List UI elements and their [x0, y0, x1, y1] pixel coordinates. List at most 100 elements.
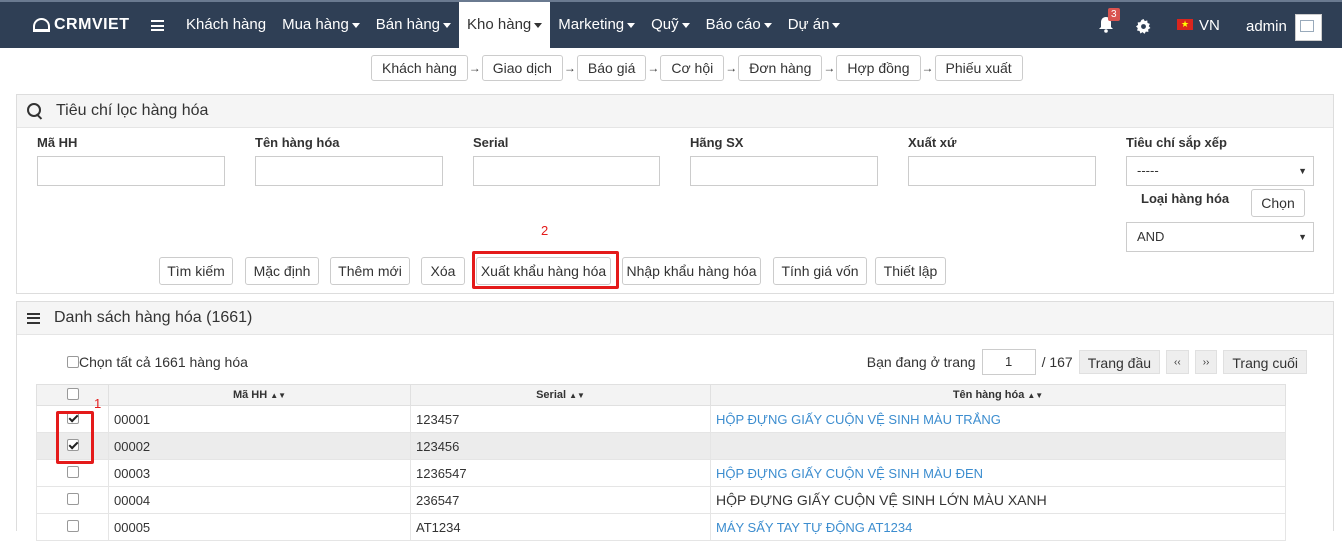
choose-type-button[interactable]: Chọn: [1251, 189, 1305, 217]
filter-panel-header: Tiêu chí lọc hàng hóa: [17, 95, 1333, 128]
row-serial: 1236547: [410, 459, 711, 487]
user-name[interactable]: admin: [1246, 18, 1287, 35]
row-code: 00001: [108, 405, 411, 433]
checkbox-highlight: [56, 411, 94, 464]
row-code: 00005: [108, 513, 411, 541]
next-page-button[interactable]: ››: [1194, 350, 1218, 374]
nav-item-customers[interactable]: Khách hàng: [178, 2, 274, 48]
table-row[interactable]: 00001 123457 HỘP ĐỰNG GIẤY CUỘN VỆ SINH …: [36, 405, 1286, 433]
sort-select[interactable]: ----- ▼: [1126, 156, 1314, 186]
annotation-1: 1: [94, 396, 102, 411]
default-button[interactable]: Mặc định: [245, 257, 319, 285]
flow-customers[interactable]: Khách hàng: [371, 55, 468, 81]
column-header-name[interactable]: Tên hàng hóa ▲▼: [710, 384, 1286, 406]
avatar[interactable]: [1295, 14, 1322, 41]
nav-item-reports[interactable]: Báo cáo: [698, 2, 780, 48]
row-serial: 123456: [410, 432, 711, 460]
arrow-right-icon: →: [468, 61, 481, 75]
flow-delivery-notes[interactable]: Phiếu xuất: [934, 55, 1023, 81]
row-name: HỘP ĐỰNG GIẤY CUỘN VỆ SINH LỚN MÀU XANH: [710, 486, 1286, 514]
column-header-serial[interactable]: Serial ▲▼: [410, 384, 711, 406]
arrow-right-icon: →: [823, 61, 836, 75]
arrow-right-icon: →: [563, 61, 576, 75]
table-header-row: Mã HH ▲▼ Serial ▲▼ Tên hàng hóa ▲▼: [36, 384, 1286, 406]
add-new-button[interactable]: Thêm mới: [330, 257, 410, 285]
header-checkbox[interactable]: [66, 387, 79, 400]
flow-quotes[interactable]: Báo giá: [576, 55, 647, 81]
goods-table: Mã HH ▲▼ Serial ▲▼ Tên hàng hóa ▲▼ 00001 12…: [36, 384, 1286, 541]
flow-orders[interactable]: Đơn hàng: [738, 55, 823, 81]
maker-input[interactable]: [690, 156, 878, 186]
sort-label: Tiêu chí sắp xếp: [1126, 135, 1227, 150]
delete-button[interactable]: Xóa: [421, 257, 465, 285]
row-name-link[interactable]: HỘP ĐỰNG GIẤY CUỘN VỆ SINH MÀU ĐEN: [716, 466, 983, 481]
origin-label: Xuất xứ: [908, 135, 957, 150]
top-navbar: CRMVIET Khách hàng Mua hàng Bán hàng Kho…: [0, 0, 1342, 48]
first-page-button[interactable]: Trang đầu: [1078, 350, 1161, 374]
select-all[interactable]: Chọn tất cả 1661 hàng hóa: [67, 354, 248, 370]
language-switch[interactable]: VN: [1199, 17, 1220, 34]
vietnam-flag-icon[interactable]: ★: [1177, 19, 1193, 30]
table-row[interactable]: 00003 1236547 HỘP ĐỰNG GIẤY CUỘN VỆ SINH…: [36, 459, 1286, 487]
code-label: Mã HH: [37, 135, 78, 150]
caret-down-icon: [443, 22, 452, 28]
nav-item-sales[interactable]: Bán hàng: [368, 2, 459, 48]
nav-item-projects[interactable]: Dự án: [780, 2, 849, 48]
table-row[interactable]: 00005 AT1234 MÁY SẤY TAY TỰ ĐỘNG AT1234: [36, 513, 1286, 541]
row-checkbox[interactable]: [66, 492, 79, 505]
row-code: 00002: [108, 432, 411, 460]
caret-down-icon: [534, 22, 543, 28]
dropdown-arrow-icon: ▼: [1298, 166, 1307, 176]
cost-price-button[interactable]: Tính giá vốn: [773, 257, 867, 285]
search-button[interactable]: Tìm kiếm: [159, 257, 233, 285]
column-header-code[interactable]: Mã HH ▲▼: [108, 384, 411, 406]
main-nav: Khách hàng Mua hàng Bán hàng Kho hàng Ma…: [178, 2, 848, 48]
select-all-checkbox[interactable]: [67, 356, 79, 368]
last-page-button[interactable]: Trang cuối: [1223, 350, 1307, 374]
page-total: / 167: [1041, 354, 1073, 370]
row-serial: 123457: [410, 405, 711, 433]
row-checkbox[interactable]: [66, 465, 79, 478]
prev-page-button[interactable]: ‹‹: [1166, 350, 1189, 374]
table-row[interactable]: 00004 236547 HỘP ĐỰNG GIẤY CUỘN VỆ SINH …: [36, 486, 1286, 514]
filter-title: Tiêu chí lọc hàng hóa: [56, 102, 209, 119]
gear-icon[interactable]: [1136, 19, 1151, 34]
sort-icon: ▲▼: [1027, 391, 1044, 400]
search-icon: [27, 102, 44, 120]
flow-opportunities[interactable]: Cơ hội: [660, 55, 725, 81]
sort-icon: ▲▼: [270, 391, 287, 400]
nav-item-marketing[interactable]: Marketing: [550, 2, 643, 48]
row-name: [710, 432, 1286, 460]
name-input[interactable]: [255, 156, 443, 186]
serial-input[interactable]: [473, 156, 660, 186]
list-icon: [27, 312, 40, 324]
brand-logo[interactable]: CRMVIET: [33, 16, 130, 34]
annotation-2: 2: [541, 223, 549, 238]
origin-input[interactable]: [908, 156, 1096, 186]
type-mode-select[interactable]: AND ▼: [1126, 222, 1314, 252]
caret-down-icon: [763, 22, 772, 28]
nav-item-fund[interactable]: Quỹ: [643, 2, 698, 48]
setup-button[interactable]: Thiết lập: [875, 257, 946, 285]
code-input[interactable]: [37, 156, 225, 186]
list-title: Danh sách hàng hóa (1661): [54, 309, 253, 326]
brand-name: CRMVIET: [54, 16, 130, 33]
nav-item-warehouse[interactable]: Kho hàng: [459, 2, 551, 48]
row-name-link[interactable]: HỘP ĐỰNG GIẤY CUỘN VỆ SINH MÀU TRẮNG: [716, 412, 1001, 427]
pager-prefix: Bạn đang ở trang: [866, 354, 976, 370]
nav-item-purchasing[interactable]: Mua hàng: [274, 2, 368, 48]
import-goods-button[interactable]: Nhập khẩu hàng hóa: [622, 257, 761, 285]
flow-transactions[interactable]: Giao dịch: [481, 55, 563, 81]
menu-toggle-icon[interactable]: [151, 20, 164, 31]
arrow-right-icon: →: [725, 61, 738, 75]
filter-panel: Tiêu chí lọc hàng hóa Mã HH Tên hàng hóa…: [16, 94, 1334, 294]
maker-label: Hãng SX: [690, 135, 744, 150]
flow-contracts[interactable]: Hợp đồng: [836, 55, 921, 81]
table-row[interactable]: 00002 123456: [36, 432, 1286, 460]
row-checkbox[interactable]: [66, 519, 79, 532]
row-code: 00004: [108, 486, 411, 514]
dropdown-arrow-icon: ▼: [1298, 232, 1307, 242]
row-name-link[interactable]: MÁY SẤY TAY TỰ ĐỘNG AT1234: [716, 520, 912, 535]
export-goods-button[interactable]: Xuất khẩu hàng hóa: [476, 257, 611, 285]
page-input[interactable]: 1: [981, 349, 1036, 375]
